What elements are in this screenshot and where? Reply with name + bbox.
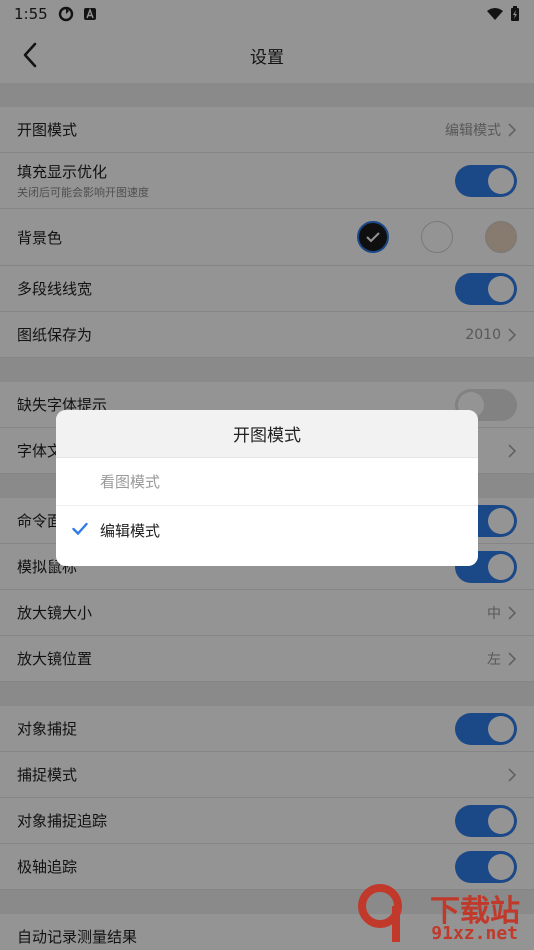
watermark-url: 91xz.net bbox=[431, 923, 518, 944]
watermark-logo-icon bbox=[358, 884, 402, 942]
dialog-option-edit-mode[interactable]: 编辑模式 bbox=[56, 506, 478, 554]
option-label: 编辑模式 bbox=[100, 521, 161, 540]
site-watermark: 下载站 91xz.net bbox=[356, 882, 526, 946]
open-mode-dialog: 开图模式 看图模式 编辑模式 bbox=[56, 410, 478, 566]
checkmark-icon bbox=[72, 522, 88, 536]
dialog-option-view-mode[interactable]: 看图模式 bbox=[56, 458, 478, 506]
option-label: 看图模式 bbox=[100, 473, 161, 491]
dialog-title: 开图模式 bbox=[56, 410, 478, 458]
